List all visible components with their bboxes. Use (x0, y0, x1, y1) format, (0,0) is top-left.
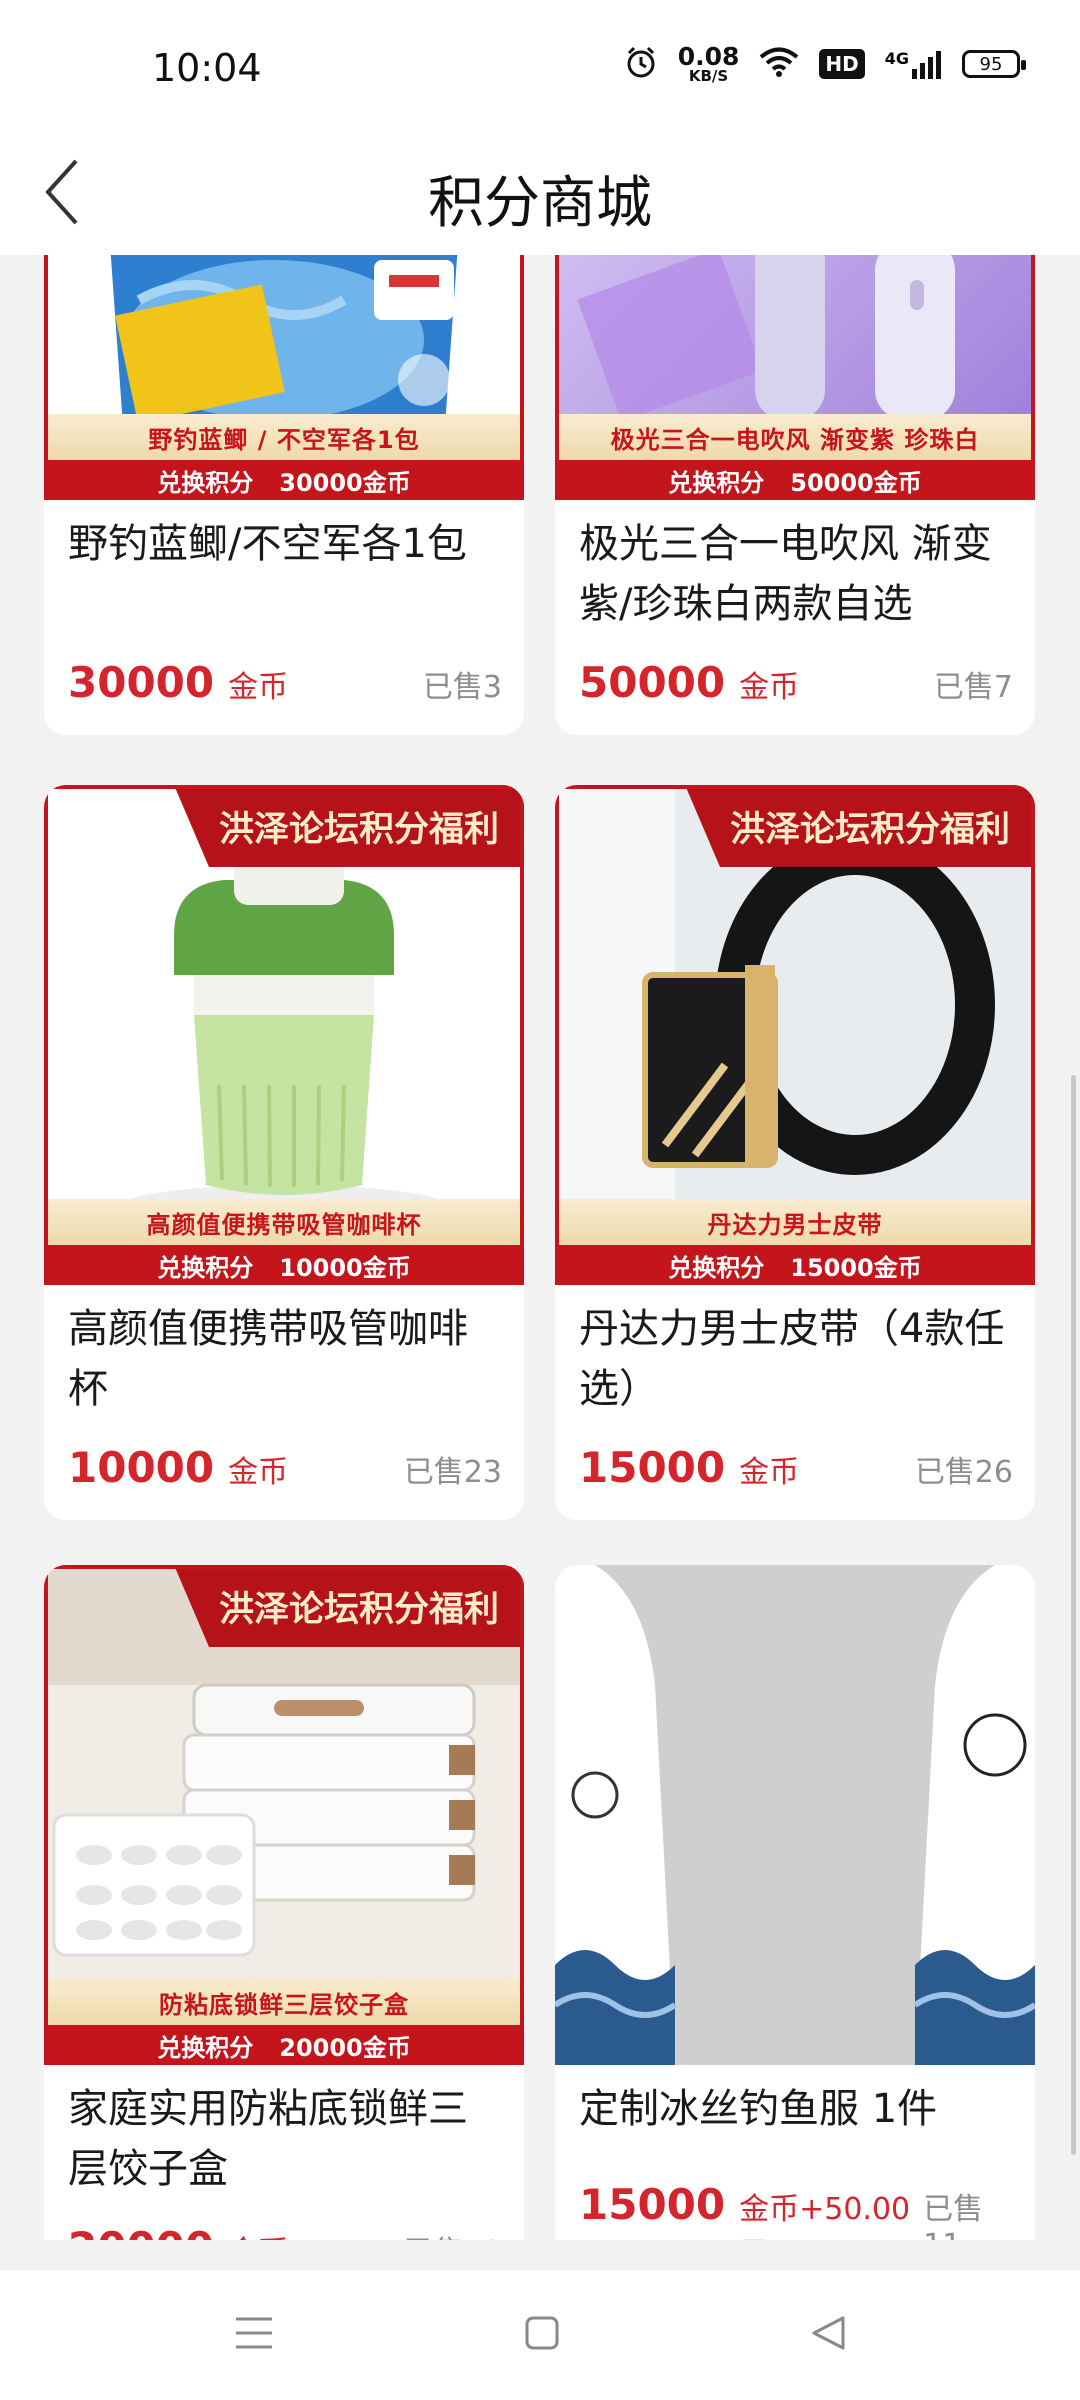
welfare-tab: 洪泽论坛积分福利 (174, 785, 524, 867)
product-price: 20000 (68, 2223, 214, 2240)
product-card[interactable]: 洪泽论坛积分福利 丹达力男士皮带 兑换积分 15000金币 丹达力男士皮带（4款… (555, 785, 1035, 1520)
price-unit: 金币+50.00元 (739, 2192, 911, 2240)
product-grid: 野钓蓝鲫 / 不空军各1包 兑换积分 30000金币 野钓蓝鲫/不空军各1包 3… (0, 255, 1080, 2240)
sold-count: 已售23 (403, 1455, 502, 1490)
sold-count: 已售11 (923, 2192, 984, 2240)
sold-count: 已售3 (422, 670, 502, 705)
scrollbar-thumb[interactable] (1071, 1075, 1076, 2155)
points-strip: 兑换积分 20000金币 (44, 2025, 524, 2065)
triangle-back-icon[interactable] (810, 2315, 846, 2355)
product-banner: 高颜值便携带吸管咖啡杯 (44, 1199, 524, 1245)
product-card[interactable]: 洪泽论坛积分福利 防粘底锁鲜三层饺子盒 兑换积分 20000金币 家庭实用防粘底… (44, 1565, 524, 2240)
product-card[interactable]: 定制冰丝钓鱼服 1件 15000 金币+50.00元 已售11 (555, 1565, 1035, 2240)
page-title: 积分商城 (428, 171, 652, 236)
welfare-tab: 洪泽论坛积分福利 (685, 785, 1035, 867)
product-card[interactable]: 野钓蓝鲫 / 不空军各1包 兑换积分 30000金币 野钓蓝鲫/不空军各1包 3… (44, 255, 524, 735)
points-strip: 兑换积分 30000金币 (44, 460, 524, 500)
price-unit: 金币 (228, 1455, 289, 1490)
status-icons: 0.08 KB/S HD 4G 95 (624, 42, 1026, 85)
product-image: 极光三合一电吹风 渐变紫 珍珠白 兑换积分 50000金币 (555, 255, 1035, 500)
product-image: 洪泽论坛积分福利 丹达力男士皮带 兑换积分 15000金币 (555, 785, 1035, 1285)
product-card[interactable]: 极光三合一电吹风 渐变紫 珍珠白 兑换积分 50000金币 极光三合一电吹风 渐… (555, 255, 1035, 735)
product-banner: 防粘底锁鲜三层饺子盒 (44, 1979, 524, 2025)
product-title: 野钓蓝鲫/不空军各1包 (68, 521, 467, 567)
net-speed: 0.08 KB/S (677, 42, 740, 85)
fishing-jacket-image (555, 1565, 1035, 2065)
price-unit: 金币 (228, 670, 289, 705)
product-image: 洪泽论坛积分福利 高颜值便携带吸管咖啡杯 兑换积分 10000金币 (44, 785, 524, 1285)
battery-icon: 95 (962, 50, 1026, 78)
product-title: 家庭实用防粘底锁鲜三层饺子盒 (68, 2086, 468, 2192)
sold-count: 已售7 (933, 670, 1013, 705)
product-card[interactable]: 洪泽论坛积分福利 高颜值便携带吸管咖啡杯 兑换积分 10000金币 高颜值便携带… (44, 785, 524, 1520)
product-price: 10000 (68, 1443, 215, 1492)
points-strip: 兑换积分 15000金币 (555, 1245, 1035, 1285)
product-image: 野钓蓝鲫 / 不空军各1包 兑换积分 30000金币 (44, 255, 524, 500)
product-title: 丹达力男士皮带（4款任选） (579, 1306, 1005, 1412)
top-nav-bar: 积分商城 (0, 130, 1080, 255)
signal-icon: 4G (885, 49, 942, 79)
alarm-icon (624, 45, 658, 83)
status-time: 10:04 (152, 46, 262, 90)
product-price: 15000 (579, 2180, 726, 2229)
status-bar: 10:04 0.08 KB/S HD 4G 95 (0, 0, 1080, 130)
product-image: 洪泽论坛积分福利 防粘底锁鲜三层饺子盒 兑换积分 20000金币 (44, 1565, 524, 2065)
wifi-icon (759, 46, 799, 82)
product-banner: 野钓蓝鲫 / 不空军各1包 (44, 414, 524, 460)
system-navigation-bar (0, 2270, 1080, 2400)
price-unit: 金币 (739, 670, 800, 705)
square-home-icon[interactable] (524, 2315, 560, 2355)
price-unit: 金币 (228, 2227, 288, 2240)
points-strip: 兑换积分 50000金币 (555, 460, 1035, 500)
product-price: 15000 (579, 1443, 726, 1492)
product-title: 高颜值便携带吸管咖啡杯 (68, 1306, 468, 1412)
welfare-tab: 洪泽论坛积分福利 (174, 1565, 524, 1647)
sold-count: 已售41 (404, 2227, 502, 2240)
product-banner: 极光三合一电吹风 渐变紫 珍珠白 (555, 414, 1035, 460)
product-price: 50000 (579, 658, 726, 707)
sold-count: 已售26 (914, 1455, 1013, 1490)
product-image (555, 1565, 1035, 2065)
menu-icon[interactable] (234, 2315, 274, 2355)
product-title: 极光三合一电吹风 渐变紫/珍珠白两款自选 (579, 521, 992, 627)
product-price: 30000 (68, 658, 215, 707)
points-strip: 兑换积分 10000金币 (44, 1245, 524, 1285)
price-unit: 金币 (739, 1455, 800, 1490)
hd-badge: HD (819, 49, 865, 79)
product-banner: 丹达力男士皮带 (555, 1199, 1035, 1245)
